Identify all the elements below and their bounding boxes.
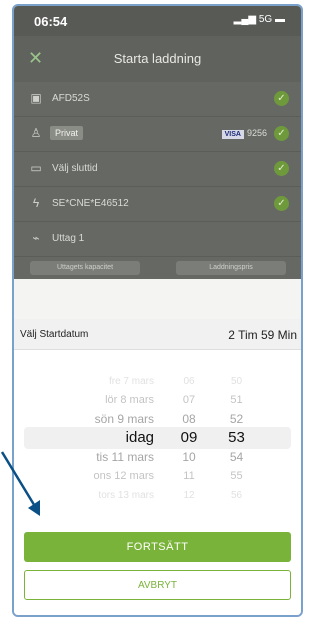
network-label: 5G [258,14,273,25]
duration-label: 2 Tim 59 Min [228,328,297,342]
charger-id-label: SE*CNE*E46512 [52,198,129,209]
date-time-picker[interactable]: fre 7 mars lör 8 mars sön 9 mars idag tis 11… [14,357,301,507]
hour-option[interactable]: 08 [169,410,209,429]
calendar-icon: ▭ [30,161,42,175]
hour-option[interactable]: 12 [169,486,209,505]
card-number: 9256 [246,128,267,138]
outlet-label: Uttag 1 [52,233,85,244]
row-end-time[interactable]: ▭ Välj sluttid ✓ [14,152,301,187]
check-icon: ✓ [274,196,289,211]
date-option[interactable]: sön 9 mars [14,410,154,429]
hour-option[interactable]: 10 [169,448,209,467]
minute-option[interactable]: 51 [214,391,259,410]
row-vehicle[interactable]: ▣ AFD52S ✓ [14,82,301,117]
hour-option[interactable]: 09 [169,428,209,447]
end-time-label: Välj sluttid [52,163,98,174]
payment-card: VISA 9256 [221,128,267,139]
row-outlet[interactable]: ⌁ Uttag 1 [14,222,301,257]
tab-capacity[interactable]: Uttagets kapacitet [30,261,140,275]
date-option[interactable]: fre 7 mars [14,372,154,391]
visa-icon: VISA [221,130,244,139]
check-icon: ✓ [274,91,289,106]
row-charger[interactable]: ϟ SE*CNE*E46512 ✓ [14,187,301,222]
annotation-arrow [0,451,40,516]
check-icon: ✓ [274,126,289,141]
minute-option[interactable]: 50 [214,372,259,391]
nav-bar: ✕ Starta laddning [14,36,301,82]
minute-option[interactable]: 53 [214,428,259,447]
minute-option[interactable]: 55 [214,467,259,486]
signal-indicator: ▂▄▆ 5G ▬ [233,14,285,25]
hour-wheel[interactable]: 06 07 08 09 10 11 12 [169,357,209,507]
status-time: 06:54 [34,14,68,29]
sheet-title: Välj Startdatum [20,329,89,340]
date-option[interactable]: idag [14,428,154,447]
minute-option[interactable]: 54 [214,448,259,467]
tab-price[interactable]: Laddningspris [176,261,286,275]
start-date-sheet: Välj Startdatum 2 Tim 59 Min fre 7 mars l… [14,319,301,615]
row-payment[interactable]: ♙ Privat VISA 9256 ✓ [14,117,301,152]
user-icon: ♙ [30,126,42,140]
date-option[interactable]: lör 8 mars [14,391,154,410]
car-icon: ▣ [30,91,42,105]
plug-icon: ⌁ [32,231,40,245]
check-icon: ✓ [274,161,289,176]
status-bar: 06:54 ▂▄▆ 5G ▬ [14,6,301,36]
hour-option[interactable]: 07 [169,391,209,410]
minute-wheel[interactable]: 50 51 52 53 54 55 56 [214,357,259,507]
continue-button[interactable]: FORTSÄTT [24,532,291,562]
info-tabs: Uttagets kapacitet Laddningspris [14,257,301,279]
minute-option[interactable]: 52 [214,410,259,429]
minute-option[interactable]: 56 [214,486,259,505]
charger-icon: ϟ [32,196,40,210]
account-type-badge: Privat [50,126,84,140]
vehicle-label: AFD52S [52,93,90,104]
sheet-header: Välj Startdatum 2 Tim 59 Min [14,319,301,350]
page-title: Starta laddning [113,51,202,66]
phone-frame: 06:54 ▂▄▆ 5G ▬ ✕ Starta laddning ▣ AFD52… [12,4,303,617]
cancel-button[interactable]: AVBRYT [24,570,291,600]
hour-option[interactable]: 06 [169,372,209,391]
hour-option[interactable]: 11 [169,467,209,486]
settings-list: ▣ AFD52S ✓ ♙ Privat VISA 9256 ✓ ▭ Välj sl… [14,82,301,279]
